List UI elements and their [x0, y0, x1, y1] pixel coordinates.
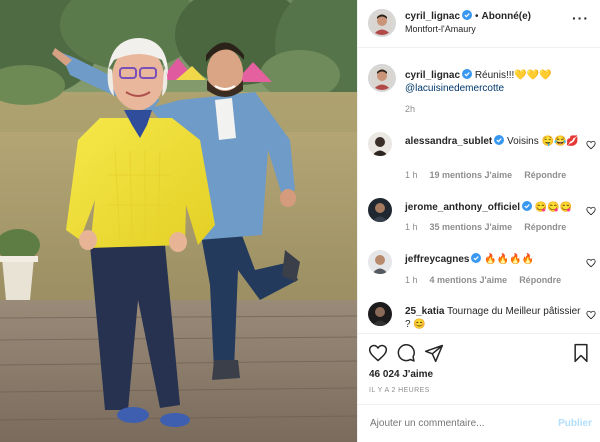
commenter-avatar[interactable] [368, 198, 392, 222]
comment-likes-link[interactable]: 4 mentions J'aime [430, 275, 508, 285]
post-image [0, 0, 357, 442]
save-bookmark-icon[interactable] [571, 343, 591, 363]
more-options-icon[interactable]: ··· [572, 10, 589, 26]
separator-dot: • [475, 11, 479, 22]
author-username[interactable]: cyril_lignac [405, 11, 460, 22]
commenter-avatar-image [368, 250, 392, 274]
comment-text: Voisins 🤤😂💋 [507, 136, 579, 147]
commenter-avatar-image [368, 198, 392, 222]
instagram-post: cyril_lignac • Abonné(e) Montfort-l'Amaury… [0, 0, 600, 442]
caption-avatar-image [370, 66, 394, 90]
follow-status-button[interactable]: Abonné(e) [482, 11, 531, 22]
post-actions: 46 024 J'aime IL Y A 2 HEURES Publier [358, 333, 600, 442]
like-heart-icon[interactable] [368, 343, 388, 363]
commenter-username[interactable]: 25_katia [405, 306, 444, 317]
comment-text-block: 25_katia Tournage du Meilleur pâtissier … [405, 305, 583, 331]
add-comment-bar: Publier [358, 404, 600, 442]
author-avatar-image [370, 11, 394, 35]
caption-mention-link[interactable]: @lacuisinedemercotte [405, 83, 504, 94]
verified-icon [462, 69, 473, 79]
comment-text: 🔥🔥🔥🔥 [484, 254, 535, 265]
comment-meta: 1 h 35 mentions J'aime Répondre [405, 222, 578, 232]
comment-reply-button[interactable]: Répondre [524, 222, 566, 232]
likes-count-label: J'aime [402, 369, 434, 380]
post-photo[interactable] [0, 0, 357, 442]
comment-meta: 1 h 19 mentions J'aime Répondre [405, 170, 578, 180]
commenter-username[interactable]: alessandra_sublet [405, 136, 492, 147]
comment-like-heart-icon[interactable] [586, 310, 596, 320]
caption-author-avatar[interactable] [368, 64, 396, 92]
commenter-avatar[interactable] [368, 132, 392, 156]
commenter-avatar-image [368, 302, 392, 326]
verified-icon [522, 201, 533, 211]
comment-likes-link[interactable]: 35 mentions J'aime [430, 222, 513, 232]
comment-meta: 1 h 4 mentions J'aime Répondre [405, 275, 573, 285]
comment-like-heart-icon[interactable] [586, 140, 596, 150]
likes-count[interactable]: 46 024 J'aime [369, 369, 433, 380]
commenter-avatar[interactable] [368, 250, 392, 274]
comment-like-heart-icon[interactable] [586, 206, 596, 216]
post-location[interactable]: Montfort-l'Amaury [405, 24, 476, 34]
commenter-avatar-image [368, 132, 392, 156]
caption-time: 2h [405, 104, 416, 114]
caption-text-block: cyril_lignac Réunis!!!💛💛💛 @lacuisinedeme… [405, 69, 595, 95]
comment-reply-button[interactable]: Répondre [519, 275, 561, 285]
comment-time: 1 h [405, 222, 418, 232]
author-avatar[interactable] [368, 9, 396, 37]
verified-icon [471, 253, 482, 263]
likes-count-value: 46 024 [369, 369, 400, 380]
comment-text-block: jeffreycagnes 🔥🔥🔥🔥 [405, 253, 583, 266]
comment-text-block: jerome_anthony_officiel 😋😋😋 [405, 201, 583, 214]
commenter-avatar[interactable] [368, 302, 392, 326]
comment-input[interactable] [370, 418, 540, 429]
commenter-username[interactable]: jerome_anthony_officiel [405, 202, 520, 213]
comment-bubble-icon[interactable] [396, 343, 416, 363]
post-timestamp: IL Y A 2 HEURES [369, 387, 430, 394]
share-paper-plane-icon[interactable] [424, 343, 444, 363]
caption-author-username[interactable]: cyril_lignac [405, 70, 460, 81]
commenter-username[interactable]: jeffreycagnes [405, 254, 469, 265]
comment-text: 😋😋😋 [534, 202, 573, 213]
verified-icon [462, 10, 473, 20]
comment-time: 1 h [405, 275, 418, 285]
comment-like-heart-icon[interactable] [586, 258, 596, 268]
caption-text: Réunis!!!💛💛💛 [474, 70, 552, 81]
header-author-line: cyril_lignac • Abonné(e) [405, 10, 531, 22]
comment-time: 1 h [405, 170, 418, 180]
comment-text-block: alessandra_sublet Voisins 🤤😂💋 [405, 135, 583, 148]
comment-likes-link[interactable]: 19 mentions J'aime [430, 170, 513, 180]
post-header: cyril_lignac • Abonné(e) Montfort-l'Amaury… [358, 0, 600, 48]
publish-button[interactable]: Publier [558, 418, 592, 429]
comment-reply-button[interactable]: Répondre [524, 170, 566, 180]
verified-icon [494, 135, 505, 145]
post-side-panel: cyril_lignac • Abonné(e) Montfort-l'Amaury… [357, 0, 600, 442]
